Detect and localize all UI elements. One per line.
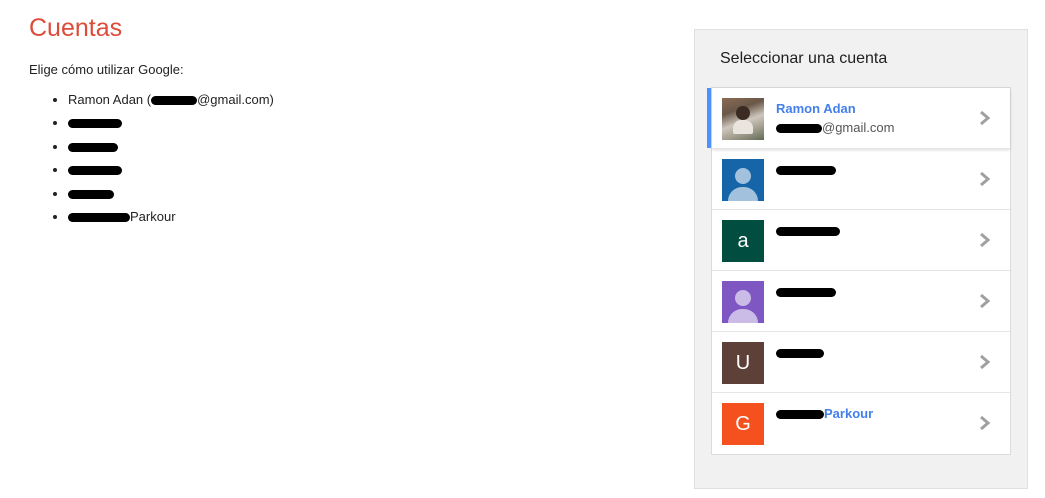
redaction-mark [776,227,840,237]
account-name [776,223,840,238]
person-icon-body [728,187,758,201]
redaction-mark [776,410,824,420]
redaction-mark [151,96,198,106]
redaction-mark [776,288,836,298]
account-email: @gmail.com [776,120,894,135]
page-title: Cuentas [29,14,123,42]
avatar-photo-figure [736,106,750,120]
person-icon-head [735,168,751,184]
person-icon-head [735,290,751,306]
account-row-ramon-adan[interactable]: Ramon Adan @gmail.com [707,88,1010,149]
avatar [722,159,764,201]
list-item-text: Parkour [130,208,176,224]
redaction-mark [68,166,122,176]
list-item [68,113,274,136]
redaction-mark [68,213,130,223]
account-list: Ramon Adan ( @gmail.com) Parkour [29,90,274,230]
account-name [776,345,824,360]
account-chooser-panel: Seleccionar una cuenta Ramon Adan @gmail… [694,29,1028,489]
redaction-mark [776,166,836,176]
account-row-6[interactable]: G Parkour [712,393,1010,454]
chevron-right-icon [980,354,991,370]
redaction-mark [776,124,822,134]
list-item: Parkour [68,207,274,230]
redaction-mark [68,189,114,199]
account-card-list: Ramon Adan @gmail.com a U G Parkour [707,87,1011,455]
account-name: Ramon Adan [776,101,856,116]
list-item [68,184,274,207]
chevron-right-icon [980,293,991,309]
list-item [68,160,274,183]
avatar: U [722,342,764,384]
redaction-mark [68,119,122,129]
avatar [722,281,764,323]
account-name: Parkour [776,406,873,421]
account-name-suffix: Parkour [824,406,874,421]
list-item [68,137,274,160]
redaction-mark [776,349,824,359]
account-name [776,284,836,299]
avatar: a [722,220,764,262]
account-row-5[interactable]: U [712,332,1010,393]
account-name [776,162,836,177]
chevron-right-icon [980,110,991,126]
account-row-2[interactable] [712,149,1010,210]
list-item-text: Ramon Adan ( [68,92,152,107]
account-row-3[interactable]: a [712,210,1010,271]
avatar: G [722,403,764,445]
account-row-4[interactable] [712,271,1010,332]
chevron-right-icon [980,171,991,187]
avatar-photo-figure [733,120,753,134]
account-email-suffix: @gmail.com [822,120,895,135]
person-icon-body [728,309,758,323]
avatar [722,98,764,140]
list-item-text: @gmail.com) [197,92,274,107]
redaction-mark [68,142,118,152]
chevron-right-icon [980,415,991,431]
accounts-page: Cuentas Elige cómo utilizar Google: Ramo… [0,0,1045,498]
list-item: Ramon Adan ( @gmail.com) [68,90,274,113]
panel-heading: Seleccionar una cuenta [720,50,888,67]
chevron-right-icon [980,232,991,248]
page-subtitle: Elige cómo utilizar Google: [29,62,184,77]
